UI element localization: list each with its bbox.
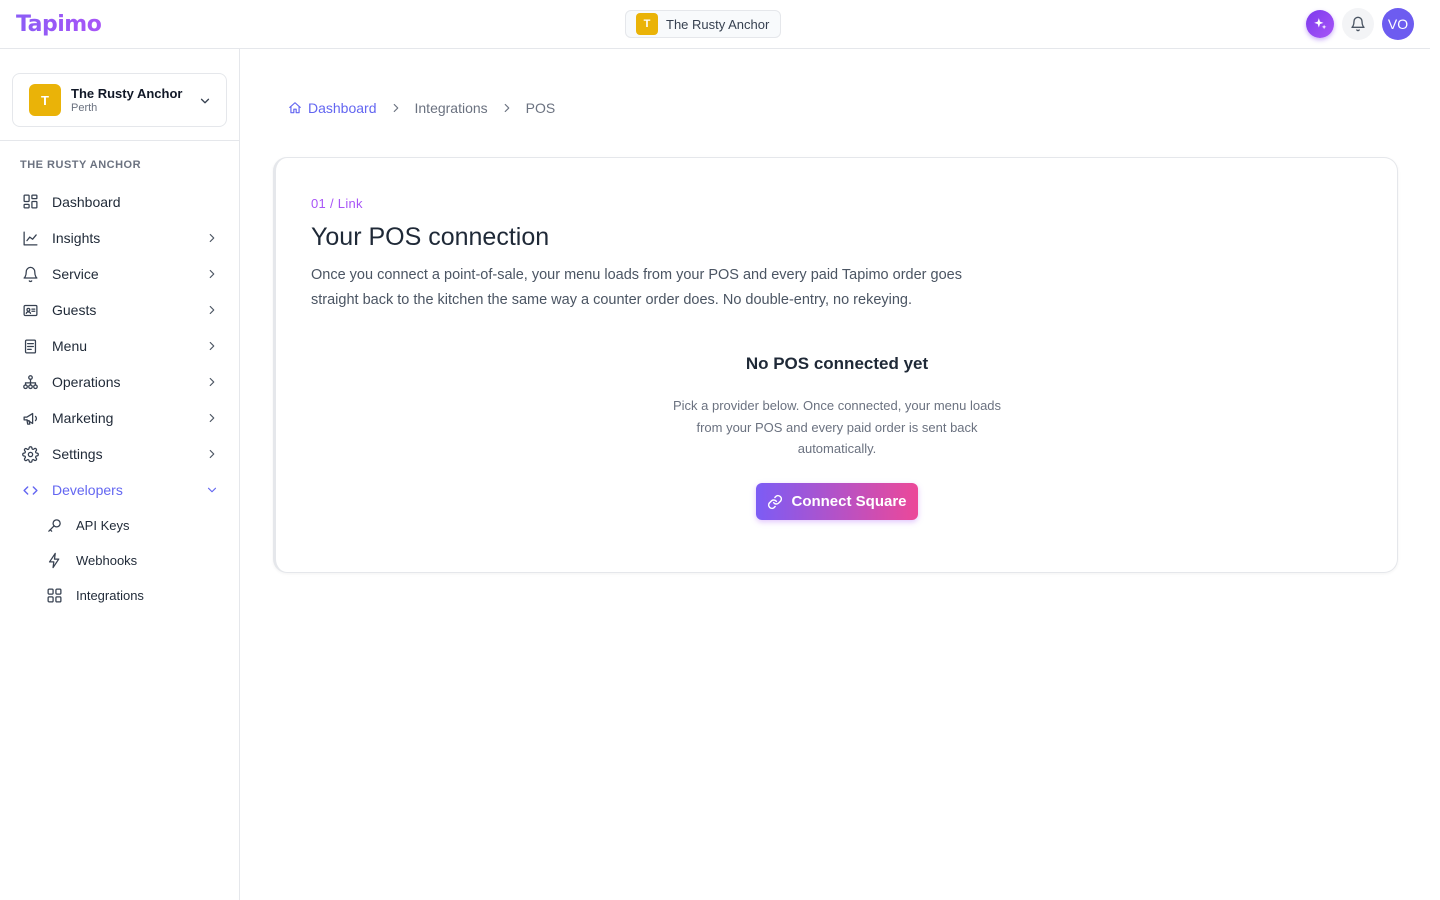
breadcrumb-home-label: Dashboard [308, 100, 377, 116]
sidebar-item-label: Menu [52, 338, 88, 354]
chevron-right-icon [209, 305, 215, 315]
key-icon [45, 517, 63, 535]
chevron-right-icon [209, 413, 215, 423]
app-logo[interactable]: Tapimo [16, 10, 102, 38]
sidebar-divider [0, 140, 239, 141]
top-bar: Tapimo T The Rusty Anchor VO [0, 0, 1430, 49]
chevron-right-icon [209, 269, 215, 279]
breadcrumb: Dashboard Integrations POS [288, 100, 555, 116]
sidebar-item-service[interactable]: Service [0, 256, 239, 292]
sparkle-icon [1314, 18, 1327, 30]
card-description: Once you connect a point-of-sale, your m… [311, 267, 962, 308]
contact-card-icon [21, 301, 39, 319]
pos-connection-card: 01 / Link Your POS connection Once you c… [273, 157, 1398, 573]
sidebar-item-label: Service [52, 266, 99, 282]
venue-city: Perth [71, 102, 98, 114]
sidebar: T The Rusty Anchor Perth THE RUSTY ANCHO… [0, 49, 240, 900]
chevron-right-icon [389, 101, 403, 115]
bell-icon [1351, 16, 1365, 32]
venue-badge: T [636, 13, 658, 35]
sidebar-item-label: Marketing [52, 410, 114, 426]
venue-selector[interactable]: T The Rusty Anchor Perth [12, 73, 227, 127]
chevron-right-icon [209, 377, 215, 387]
sidebar-subitem-webhooks[interactable]: Webhooks [0, 543, 239, 578]
connect-square-button[interactable]: Connect Square [756, 483, 918, 520]
page-title: Your POS connection [311, 223, 550, 251]
sidebar-item-label: Guests [52, 302, 97, 318]
sidebar-item-settings[interactable]: Settings [0, 436, 239, 472]
breadcrumb-current: POS [525, 100, 556, 116]
bell-icon [21, 265, 39, 283]
sidebar-subitem-integrations[interactable]: Integrations [0, 578, 239, 613]
top-actions: VO [1306, 8, 1414, 40]
ai-assistant-button[interactable] [1306, 10, 1334, 38]
sidebar-item-label: Insights [52, 230, 101, 246]
sidebar-item-insights[interactable]: Insights [0, 220, 239, 256]
megaphone-icon [21, 409, 39, 427]
sidebar-item-guests[interactable]: Guests [0, 292, 239, 328]
code-icon [21, 481, 39, 499]
empty-state-title: No POS connected yet [745, 354, 929, 373]
breadcrumb-home-link[interactable]: Dashboard [288, 100, 377, 116]
chevron-right-icon [209, 341, 215, 351]
sidebar-item-marketing[interactable]: Marketing [0, 400, 239, 436]
dashboard-icon [21, 193, 39, 211]
sidebar-item-operations[interactable]: Operations [0, 364, 239, 400]
breadcrumb-integrations[interactable]: Integrations [415, 100, 488, 116]
logo-text: Tapimo [16, 11, 102, 37]
sidebar-subitem-api-keys[interactable]: API Keys [0, 508, 239, 543]
empty-state-description: Pick a provider below. Once connected, y… [672, 398, 1002, 456]
chevron-down-icon [207, 487, 217, 493]
user-avatar[interactable]: VO [1382, 8, 1414, 40]
step-label: 01 / Link [311, 196, 363, 211]
chevron-down-icon [200, 98, 210, 104]
sidebar-subitem-label: API Keys [76, 518, 130, 533]
document-icon [21, 337, 39, 355]
chevron-right-icon [209, 449, 215, 459]
lightning-icon [45, 552, 63, 570]
sidebar-item-developers[interactable]: Developers [0, 472, 239, 508]
venue-switcher[interactable]: T The Rusty Anchor [625, 10, 781, 38]
chart-icon [21, 229, 39, 247]
sidebar-item-label: Settings [52, 446, 103, 462]
sidebar-item-label: Developers [52, 482, 123, 498]
gear-icon [21, 445, 39, 463]
sidebar-item-menu[interactable]: Menu [0, 328, 239, 364]
sidebar-nav: Dashboard Insights Service Guests Menu O… [0, 183, 239, 613]
sidebar-subitem-label: Integrations [76, 588, 144, 603]
connect-button-label: Connect Square [791, 493, 907, 510]
chevron-right-icon [500, 101, 514, 115]
link-icon [768, 494, 783, 509]
venue-avatar: T [29, 84, 61, 116]
sidebar-item-dashboard[interactable]: Dashboard [0, 183, 239, 220]
notifications-button[interactable] [1342, 8, 1374, 40]
org-chart-icon [21, 373, 39, 391]
sidebar-item-label: Operations [52, 374, 121, 390]
sidebar-subitem-label: Webhooks [76, 553, 138, 568]
venue-name: The Rusty Anchor [666, 16, 770, 32]
home-icon [289, 102, 301, 114]
grid-icon [45, 587, 63, 605]
chevron-right-icon [209, 233, 215, 243]
sidebar-section-label: THE RUSTY ANCHOR [20, 159, 142, 171]
sidebar-item-label: Dashboard [52, 193, 121, 210]
venue-name: The Rusty Anchor [71, 86, 183, 101]
